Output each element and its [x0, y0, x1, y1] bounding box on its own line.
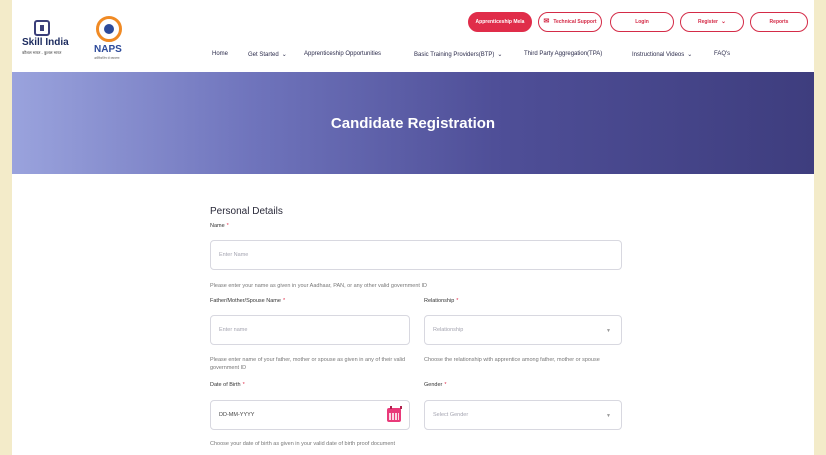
- chevron-down-icon: ⌄: [687, 52, 693, 58]
- page: Skill India कौशल भारत - कुशल भारत NAPS अ…: [12, 0, 814, 455]
- chevron-down-icon: ⌄: [720, 19, 727, 25]
- page-title: Candidate Registration: [330, 114, 496, 132]
- nav-apprenticeship-opportunities[interactable]: Apprenticeship Opportunities: [304, 51, 381, 57]
- guardian-label: Father/Mother/Spouse Name *: [210, 298, 285, 304]
- gender-select[interactable]: Select Gender ▼: [424, 400, 622, 430]
- required-mark: *: [226, 223, 229, 229]
- nav-instructional-videos[interactable]: Instructional Videos ⌄: [632, 51, 692, 58]
- nav-btp-label: Basic Training Providers(BTP): [414, 52, 495, 58]
- gender-label: Gender *: [424, 382, 447, 388]
- name-input[interactable]: Enter Name: [210, 240, 622, 270]
- relationship-label: Relationship *: [424, 298, 458, 304]
- technical-support-label: Technical Support: [553, 19, 597, 25]
- nav-instructional-videos-label: Instructional Videos: [632, 52, 685, 58]
- section-title: Personal Details: [210, 206, 283, 217]
- caret-down-icon: ▼: [606, 328, 611, 334]
- name-placeholder: Enter Name: [219, 252, 249, 258]
- naps-emblem-icon: [96, 16, 122, 42]
- relationship-help: Choose the relationship with apprentice …: [424, 357, 600, 363]
- apprenticeship-mela-label: Apprenticeship Mela: [475, 19, 525, 25]
- apprenticeship-mela-button[interactable]: Apprenticeship Mela: [468, 12, 532, 32]
- national-emblem-icon: [34, 20, 50, 36]
- skill-india-tagline: कौशल भारत - कुशल भारत: [22, 50, 62, 55]
- login-label: Login: [635, 19, 649, 25]
- name-label-text: Name: [210, 223, 225, 229]
- chevron-down-icon: ⌄: [497, 52, 503, 58]
- caret-down-icon: ▼: [606, 413, 611, 419]
- technical-support-button[interactable]: ✉ Technical Support: [538, 12, 602, 32]
- guardian-name-input[interactable]: Enter name: [210, 315, 410, 345]
- calendar-icon[interactable]: [387, 406, 402, 422]
- nav-get-started[interactable]: Get Started ⌄: [248, 51, 287, 58]
- dob-value: DD-MM-YYYY: [219, 412, 255, 418]
- naps-wordmark: NAPS: [94, 44, 122, 55]
- required-mark: *: [444, 382, 447, 388]
- relationship-placeholder: Relationship: [433, 327, 464, 333]
- nav-faqs[interactable]: FAQ's: [714, 51, 730, 57]
- guardian-name-placeholder: Enter name: [219, 327, 248, 333]
- name-help: Please enter your name as given in your …: [210, 283, 427, 289]
- guardian-help: Please enter name of your father, mother…: [210, 357, 406, 371]
- skill-india-wordmark: Skill India: [22, 37, 69, 48]
- gender-label-text: Gender: [424, 382, 443, 388]
- gender-placeholder: Select Gender: [433, 412, 469, 418]
- name-label: Name *: [210, 223, 229, 229]
- nav-get-started-label: Get Started: [248, 52, 279, 58]
- dob-label-text: Date of Birth: [210, 382, 241, 388]
- chevron-down-icon: ⌄: [281, 52, 287, 58]
- guardian-label-text: Father/Mother/Spouse Name: [210, 298, 281, 304]
- nav-tpa[interactable]: Third Party Aggregation(TPA): [524, 51, 602, 57]
- relationship-select[interactable]: Relationship ▼: [424, 315, 622, 345]
- nav-btp[interactable]: Basic Training Providers(BTP) ⌄: [414, 51, 502, 58]
- required-mark: *: [282, 298, 286, 304]
- mail-icon: ✉: [543, 18, 550, 25]
- reports-label: Reports: [769, 19, 789, 25]
- dob-help: Choose your date of birth as given in yo…: [210, 441, 395, 447]
- required-mark: *: [242, 382, 245, 388]
- skill-india-logo[interactable]: Skill India कौशल भारत - कुशल भारत: [22, 20, 69, 58]
- nav-home[interactable]: Home: [212, 51, 228, 57]
- relationship-label-text: Relationship: [424, 298, 455, 304]
- site-header: Skill India कौशल भारत - कुशल भारत NAPS अ…: [12, 0, 814, 72]
- reports-button[interactable]: Reports: [750, 12, 808, 32]
- required-mark: *: [456, 298, 459, 304]
- page-banner: Candidate Registration: [12, 72, 814, 174]
- naps-tagline: अप्रेंटिसशिप से सफलता: [94, 56, 120, 60]
- dob-input[interactable]: DD-MM-YYYY: [210, 400, 410, 430]
- naps-logo[interactable]: NAPS अप्रेंटिसशिप से सफलता: [92, 16, 128, 62]
- login-button[interactable]: Login: [610, 12, 674, 32]
- register-button[interactable]: Register ⌄: [680, 12, 744, 32]
- register-label: Register: [697, 19, 718, 25]
- dob-label: Date of Birth *: [210, 382, 245, 388]
